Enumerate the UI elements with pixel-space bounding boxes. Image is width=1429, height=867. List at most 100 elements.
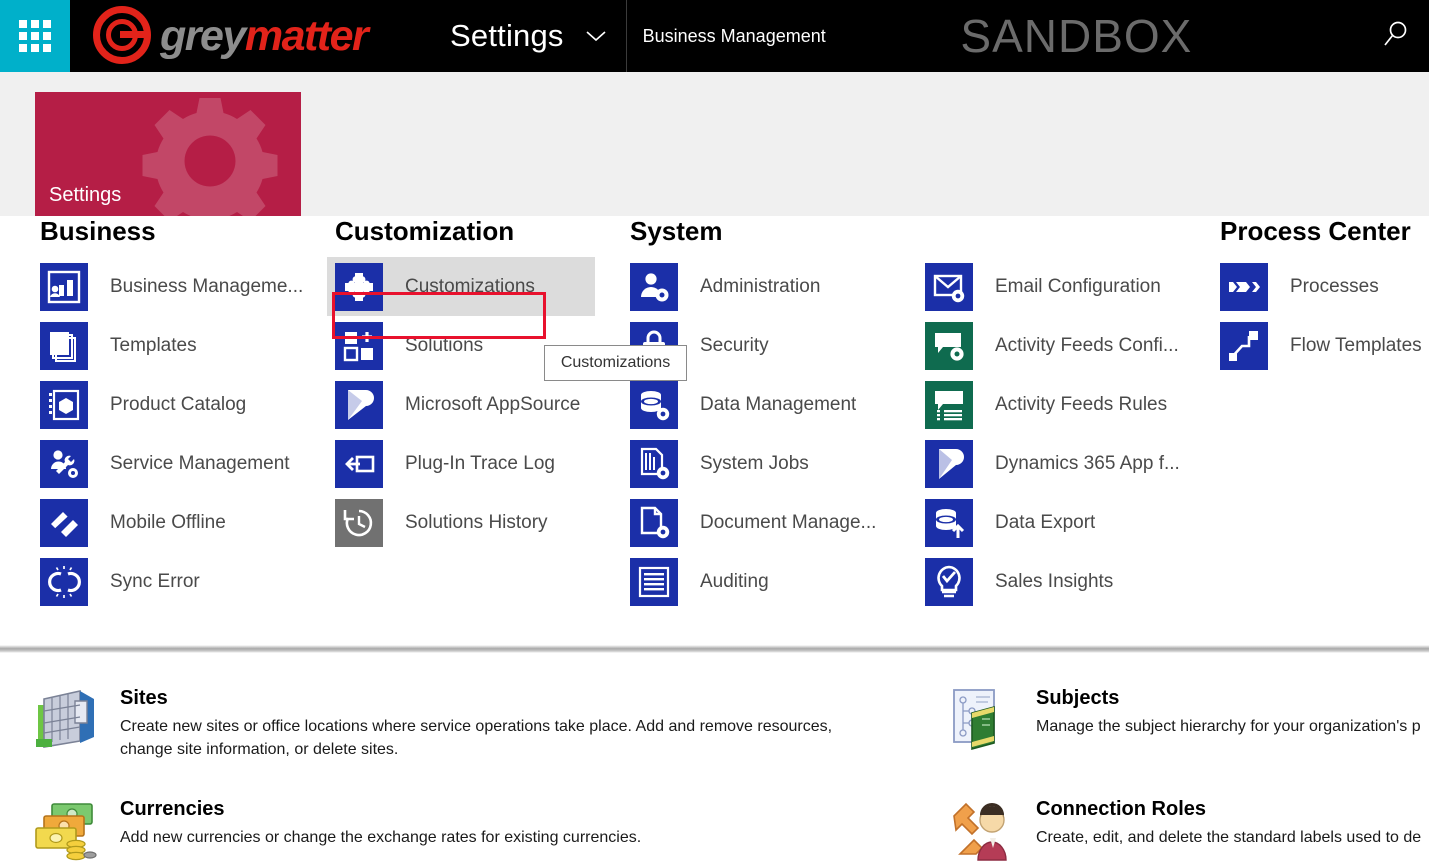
- settings-item-microsoft-appsource[interactable]: Microsoft AppSource: [327, 375, 623, 434]
- settings-item-label: Mobile Offline: [110, 512, 226, 534]
- gear-icon: [135, 92, 285, 216]
- settings-item-processes[interactable]: Processes: [1212, 257, 1429, 316]
- brand-wordmark: greymatter: [160, 12, 367, 61]
- settings-item-flow-templates[interactable]: Flow Templates: [1212, 316, 1429, 375]
- settings-item-product-catalog[interactable]: Product Catalog: [32, 375, 328, 434]
- description-item-currencies[interactable]: Currencies Add new currencies or change …: [34, 798, 834, 862]
- settings-item-label: Product Catalog: [110, 394, 246, 416]
- sync-error-icon: [40, 558, 88, 606]
- breadcrumb-label: Business Management: [643, 26, 826, 47]
- brand-logo-area[interactable]: greymatter: [70, 0, 424, 72]
- description-text: Manage the subject hierarchy for your or…: [1036, 716, 1421, 739]
- settings-item-service-management[interactable]: Service Management: [32, 434, 328, 493]
- settings-item-label: Data Export: [995, 512, 1095, 534]
- product-catalog-icon: [40, 381, 88, 429]
- module-selector[interactable]: Settings: [424, 0, 627, 72]
- data-management-db-gear-icon: [630, 381, 678, 429]
- search-button[interactable]: [1363, 0, 1429, 72]
- email-configuration-icon: [925, 263, 973, 311]
- dynamics365-app-icon: [925, 440, 973, 488]
- column-title-system: System: [622, 216, 918, 247]
- settings-item-system-jobs[interactable]: System Jobs: [622, 434, 918, 493]
- sites-building-icon: [34, 687, 98, 751]
- description-title: Connection Roles: [1036, 798, 1421, 821]
- settings-item-plugin-trace-log[interactable]: Plug-In Trace Log: [327, 434, 623, 493]
- settings-item-dynamics-365-app[interactable]: Dynamics 365 App f...: [917, 434, 1213, 493]
- waffle-grid-icon: [19, 20, 51, 52]
- description-item-connection-roles[interactable]: Connection Roles Create, edit, and delet…: [950, 798, 1420, 862]
- settings-item-auditing[interactable]: Auditing: [622, 552, 918, 611]
- business-management-icon: [40, 263, 88, 311]
- settings-item-administration[interactable]: Administration: [622, 257, 918, 316]
- settings-item-label: Microsoft AppSource: [405, 394, 580, 416]
- description-item-subjects[interactable]: Subjects Manage the subject hierarchy fo…: [950, 687, 1420, 751]
- column-title-process-center: Process Center: [1212, 216, 1429, 247]
- settings-item-label: Sync Error: [110, 571, 200, 593]
- brand-wordmark-grey: grey: [160, 12, 245, 60]
- environment-banner: SANDBOX: [850, 0, 1363, 72]
- description-title: Currencies: [120, 798, 641, 821]
- settings-item-label: Email Configuration: [995, 276, 1161, 298]
- service-management-icon: [40, 440, 88, 488]
- settings-item-document-management[interactable]: Document Manage...: [622, 493, 918, 552]
- plugin-trace-log-icon: [335, 440, 383, 488]
- flow-templates-icon: [1220, 322, 1268, 370]
- auditing-list-icon: [630, 558, 678, 606]
- settings-item-solutions-history[interactable]: Solutions History: [327, 493, 623, 552]
- solutions-icon: [335, 322, 383, 370]
- history-clock-icon: [335, 499, 383, 547]
- settings-item-data-export[interactable]: Data Export: [917, 493, 1213, 552]
- settings-description-section: Sites Create new sites or office locatio…: [0, 653, 1429, 859]
- settings-item-label: Security: [700, 335, 769, 357]
- settings-item-label: Data Management: [700, 394, 856, 416]
- settings-hero-band: Settings: [0, 72, 1429, 216]
- mobile-offline-icon: [40, 499, 88, 547]
- settings-item-customizations[interactable]: Customizations: [327, 257, 595, 316]
- data-export-icon: [925, 499, 973, 547]
- settings-item-templates[interactable]: Templates: [32, 316, 328, 375]
- brand-wordmark-matter: matter: [245, 12, 367, 60]
- settings-item-sales-insights[interactable]: Sales Insights: [917, 552, 1213, 611]
- settings-item-mobile-offline[interactable]: Mobile Offline: [32, 493, 328, 552]
- puzzle-piece-icon: [335, 263, 383, 311]
- module-label: Settings: [450, 18, 564, 54]
- greymatter-g-logo-icon: [90, 3, 156, 69]
- settings-item-label: Activity Feeds Rules: [995, 394, 1167, 416]
- description-text: Add new currencies or change the exchang…: [120, 827, 641, 850]
- settings-grid: Business Business Manageme...: [0, 216, 1429, 645]
- settings-item-label: Document Manage...: [700, 512, 876, 534]
- settings-item-activity-feeds-configuration[interactable]: Activity Feeds Confi...: [917, 316, 1213, 375]
- environment-label: SANDBOX: [960, 9, 1192, 63]
- settings-item-activity-feeds-rules[interactable]: Activity Feeds Rules: [917, 375, 1213, 434]
- top-navigation-bar: greymatter Settings Business Management …: [0, 0, 1429, 72]
- templates-icon: [40, 322, 88, 370]
- settings-item-business-management[interactable]: Business Manageme...: [32, 257, 328, 316]
- settings-column-process-center: Process Center Processes Flow Templates: [1212, 216, 1429, 375]
- settings-item-label: Plug-In Trace Log: [405, 453, 555, 475]
- settings-item-data-management[interactable]: Data Management: [622, 375, 918, 434]
- settings-item-label: Dynamics 365 App f...: [995, 453, 1180, 475]
- currencies-money-icon: [34, 798, 98, 862]
- settings-item-label: Flow Templates: [1290, 335, 1422, 357]
- column-title-business: Business: [32, 216, 328, 247]
- settings-item-label: Administration: [700, 276, 820, 298]
- subjects-book-icon: [950, 687, 1014, 751]
- settings-hero-label: Settings: [49, 184, 121, 207]
- description-title: Sites: [120, 687, 834, 710]
- settings-item-sync-error[interactable]: Sync Error: [32, 552, 328, 611]
- app-launcher-button[interactable]: [0, 0, 70, 72]
- document-management-icon: [630, 499, 678, 547]
- breadcrumb[interactable]: Business Management: [627, 0, 850, 72]
- description-text: Create new sites or office locations whe…: [120, 716, 834, 761]
- settings-column-customization: Customization Customizations Solutions: [327, 216, 623, 552]
- sales-insights-bulb-icon: [925, 558, 973, 606]
- description-item-sites[interactable]: Sites Create new sites or office locatio…: [34, 687, 834, 761]
- settings-item-label: Sales Insights: [995, 571, 1113, 593]
- settings-item-email-configuration[interactable]: Email Configuration: [917, 257, 1213, 316]
- settings-hero-tile[interactable]: Settings: [35, 92, 301, 216]
- description-title: Subjects: [1036, 687, 1421, 710]
- chevron-down-icon[interactable]: [586, 30, 606, 42]
- processes-icon: [1220, 263, 1268, 311]
- settings-item-label: Activity Feeds Confi...: [995, 335, 1179, 357]
- settings-item-label: Solutions History: [405, 512, 548, 534]
